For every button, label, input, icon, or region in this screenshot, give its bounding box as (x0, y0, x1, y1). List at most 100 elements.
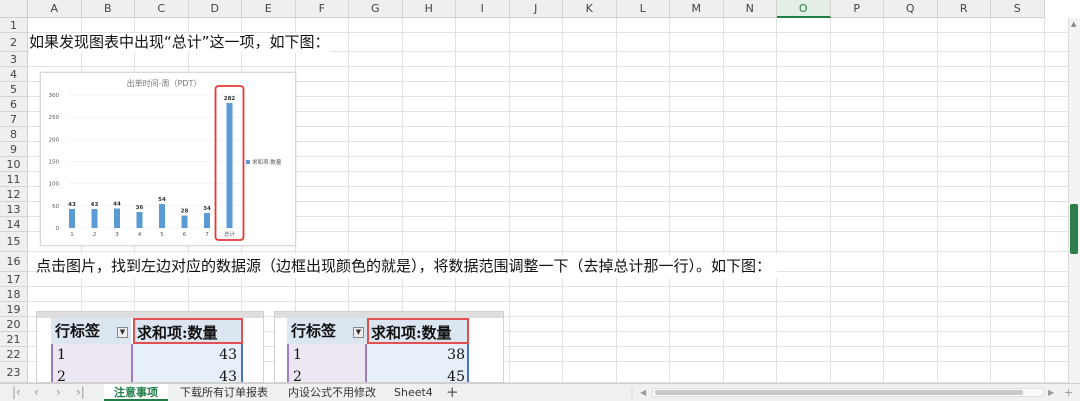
sheet-tab-notes[interactable]: 注意事项 (104, 384, 168, 401)
bar-chart[interactable]: 出单时间-周（PDT） 0 50 100 150 200 250 300 43 1 43 2 44 3 36… (40, 72, 296, 246)
pivot-left-row-label-2[interactable]: 2 (51, 366, 131, 382)
bar-6 (181, 215, 188, 228)
add-column-icon[interactable]: + (1064, 384, 1073, 401)
pivot-left-header-value: 求和项:数量 (133, 318, 243, 344)
y-tick-label: 250 (49, 115, 60, 121)
next-sheet-icon[interactable]: › (56, 384, 61, 401)
column-header-j[interactable]: J (509, 0, 563, 18)
column-header-q[interactable]: Q (884, 0, 938, 18)
data-label: 43 (91, 202, 99, 208)
row-header-13[interactable]: 13 (0, 202, 28, 217)
prev-sheet-icon[interactable]: ‹ (34, 384, 39, 401)
column-header-o[interactable]: O (777, 0, 831, 18)
column-header-n[interactable]: N (723, 0, 777, 18)
y-tick-label: 0 (56, 226, 60, 232)
column-header-d[interactable]: D (188, 0, 242, 18)
cell-a2-text[interactable]: 如果发现图表中出现“总计”这一项，如下图： (29, 33, 330, 52)
data-label: 34 (203, 206, 211, 212)
column-header-l[interactable]: L (616, 0, 670, 18)
cell-a16-text[interactable]: 点击图片，找到左边对应的数据源（边框出现颜色的就是），将数据范围调整一下（去掉总… (36, 254, 778, 278)
row-header-3[interactable]: 3 (0, 52, 28, 67)
filter-dropdown-icon[interactable]: ▼ (353, 327, 364, 338)
pivot-right-value-border (467, 344, 469, 382)
scroll-right-arrow-icon[interactable]: ▶ (1048, 384, 1054, 401)
hscroll-split-icon[interactable]: ⋮ (626, 384, 638, 401)
vertical-scrollbar[interactable]: ▲ (1068, 18, 1080, 383)
row-header-19[interactable]: 19 (0, 302, 28, 317)
row-header-5[interactable]: 5 (0, 82, 28, 97)
legend-label: 求和项:数量 (252, 158, 282, 166)
row-header-21[interactable]: 21 (0, 332, 28, 347)
data-label: 36 (136, 205, 144, 211)
y-tick-label: 150 (49, 160, 60, 166)
row-header-11[interactable]: 11 (0, 172, 28, 187)
grid-hline (28, 251, 1068, 252)
sheet-tab-sheet4[interactable]: Sheet4 (394, 384, 433, 401)
x-tick-label: 4 (138, 232, 142, 238)
row-header-1[interactable]: 1 (0, 18, 28, 33)
row-header-17[interactable]: 17 (0, 272, 28, 287)
column-header-c[interactable]: C (135, 0, 189, 18)
select-all-corner[interactable] (0, 0, 28, 18)
pivot-table-right[interactable]: 行标签 ▼ 求和项:数量 1 2 38 45 (274, 311, 504, 383)
row-header-2[interactable]: 2 (0, 33, 28, 52)
pivot-left-row-value-2[interactable]: 43 (133, 366, 243, 382)
grid-hline (28, 286, 1068, 287)
row-header-12[interactable]: 12 (0, 187, 28, 202)
row-header-18[interactable]: 18 (0, 287, 28, 302)
row-header-23[interactable]: 23 (0, 362, 28, 383)
filter-dropdown-icon[interactable]: ▼ (117, 327, 128, 338)
pivot-left-row-label-1[interactable]: 1 (51, 344, 131, 366)
column-header-a[interactable]: A (28, 0, 82, 18)
row-header-6[interactable]: 6 (0, 97, 28, 112)
pivot-left-row-value-1[interactable]: 43 (133, 344, 243, 366)
column-header-f[interactable]: F (295, 0, 349, 18)
data-label: 54 (158, 197, 166, 203)
pivot-right-row-label-2[interactable]: 2 (287, 366, 367, 382)
add-sheet-button[interactable]: + (446, 384, 459, 401)
row-header-20[interactable]: 20 (0, 317, 28, 332)
row-header-9[interactable]: 9 (0, 142, 28, 157)
row-header-15[interactable]: 15 (0, 232, 28, 252)
horizontal-scrollbar-track[interactable] (652, 388, 1044, 397)
column-header-e[interactable]: E (242, 0, 296, 18)
column-header-k[interactable]: K (563, 0, 617, 18)
chart-svg: 出单时间-周（PDT） 0 50 100 150 200 250 300 43 1 43 2 44 3 36… (49, 78, 282, 241)
x-tick-label: 6 (183, 232, 187, 238)
column-header-p[interactable]: P (830, 0, 884, 18)
column-header-m[interactable]: M (670, 0, 724, 18)
legend-swatch (246, 160, 250, 164)
y-tick-label: 100 (49, 182, 60, 188)
sheet-tab-formulas[interactable]: 内设公式不用修改 (288, 384, 376, 401)
grid-hline (28, 301, 1068, 302)
vertical-scroll-thumb[interactable] (1070, 204, 1078, 254)
last-sheet-icon[interactable]: ›| (76, 384, 85, 401)
scroll-up-arrow-icon[interactable]: ▲ (1071, 20, 1076, 28)
row-header-10[interactable]: 10 (0, 157, 28, 172)
bar-5 (159, 204, 165, 228)
row-header-14[interactable]: 14 (0, 217, 28, 232)
column-header-i[interactable]: I (456, 0, 510, 18)
horizontal-scroll-thumb[interactable] (655, 390, 1023, 395)
column-header-r[interactable]: R (937, 0, 991, 18)
pivot-right-row-label-1[interactable]: 1 (287, 344, 367, 366)
row-header-4[interactable]: 4 (0, 67, 28, 82)
column-header-h[interactable]: H (402, 0, 456, 18)
column-header-g[interactable]: G (349, 0, 403, 18)
pivot-right-row-value-1[interactable]: 38 (367, 344, 469, 366)
scroll-left-arrow-icon[interactable]: ◀ (640, 384, 646, 401)
row-header-7[interactable]: 7 (0, 112, 28, 127)
sheet-tab-download-reports[interactable]: 下载所有订单报表 (180, 384, 268, 401)
y-tick-label: 300 (49, 93, 60, 99)
pivot-right-row-value-2[interactable]: 45 (367, 366, 469, 382)
spreadsheet-grid[interactable]: ABCDEFGHIJKLMNOPQRS 1 2 3 4 5 6 7 8 9 10 11 12 13 14 1… (0, 0, 1080, 383)
row-header-22[interactable]: 22 (0, 347, 28, 362)
y-tick-label: 50 (52, 204, 59, 210)
row-header-16[interactable]: 16 (0, 252, 28, 272)
row-header-8[interactable]: 8 (0, 127, 28, 142)
column-header-b[interactable]: B (81, 0, 135, 18)
first-sheet-icon[interactable]: |‹ (12, 384, 21, 401)
pivot-table-left[interactable]: 行标签 ▼ 求和项:数量 1 2 43 43 (36, 311, 264, 383)
column-header-s[interactable]: S (991, 0, 1045, 18)
data-label: 282 (224, 96, 236, 102)
